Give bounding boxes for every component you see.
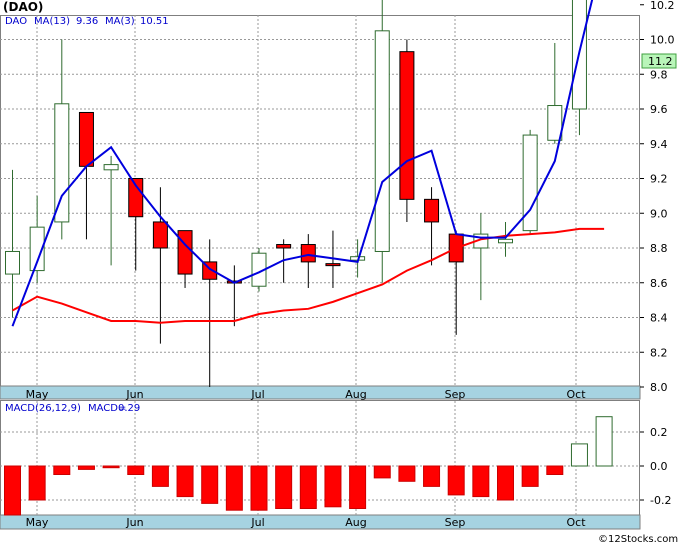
- candle-body: [276, 244, 292, 249]
- macd-bar: [77, 465, 95, 470]
- candle-body: [300, 244, 316, 263]
- macd-month-label: Aug: [345, 516, 366, 529]
- price-y-tick-label: 9.4: [650, 138, 668, 151]
- macd-y-axis: -0.2 0.0 0.2: [640, 426, 671, 507]
- macd-bar: [28, 465, 46, 501]
- price-month-label: Oct: [566, 388, 586, 401]
- price-y-tick-label: 8.2: [650, 346, 668, 359]
- price-y-tick-label: 8.4: [650, 312, 668, 325]
- macd-month-label: Sep: [445, 516, 466, 529]
- macd-month-strip: [0, 514, 641, 530]
- macd-legend-label: MACD(26,12,9): [5, 403, 81, 414]
- candle-body: [103, 164, 119, 171]
- macd-bar: [595, 416, 613, 467]
- price-month-label: Sep: [445, 388, 466, 401]
- macd-y-tick-label: 0.0: [650, 460, 668, 473]
- macd-bar: [127, 465, 145, 475]
- macd-month-label: Jul: [250, 516, 264, 529]
- macd-bar: [497, 465, 514, 501]
- price-month-label: Jul: [250, 388, 264, 401]
- macd-month-label: Jun: [125, 516, 143, 529]
- macd-bar: [102, 465, 120, 469]
- macd-bar: [570, 443, 588, 467]
- macd-panel: [0, 400, 640, 516]
- candle-body: [374, 30, 390, 252]
- macd-bar: [423, 465, 441, 487]
- price-y-tick-label: 9.8: [650, 68, 668, 81]
- price-month-label: Aug: [345, 388, 366, 401]
- macd-bar: [398, 465, 416, 482]
- legend-ma3-label: MA(3): [105, 16, 135, 27]
- candle-body: [78, 111, 94, 167]
- macd-month-label: Oct: [566, 516, 586, 529]
- chart-root: 8.0 8.2 8.4 8.6 8.8 9.0 9.2 9.4 9.6 9.8 10.0 10.2 10…: [0, 0, 678, 545]
- watermark: ©12Stocks.com: [598, 534, 678, 545]
- macd-bar: [373, 465, 391, 479]
- macd-bar: [299, 465, 317, 509]
- macd-bar: [275, 465, 293, 509]
- macd-bar: [53, 465, 71, 475]
- macd-bar: [349, 465, 367, 509]
- macd-bar: [4, 465, 21, 516]
- candle-body: [325, 263, 341, 267]
- last-price-label: 11.2: [648, 55, 673, 68]
- candle-body: [152, 221, 168, 249]
- candle-body: [399, 51, 415, 200]
- chart-title: (DAO): [3, 0, 43, 14]
- price-y-tick-label: 10.0: [650, 34, 675, 47]
- price-y-tick-label: 8.6: [650, 277, 668, 290]
- macd-bar: [201, 465, 219, 504]
- price-y-tick-label: 9.6: [650, 103, 668, 116]
- legend-ma13-value: 9.36: [76, 16, 98, 27]
- candle-body: [177, 230, 193, 275]
- macd-y-tick-label: 0.2: [650, 426, 668, 439]
- macd-bar: [225, 465, 243, 511]
- candle-body: [498, 238, 513, 244]
- macd-bar: [324, 465, 342, 508]
- price-month-strip: [0, 385, 641, 400]
- last-price-marker: 11.2: [641, 53, 677, 69]
- macd-legend-value: 0.29: [118, 403, 140, 414]
- price-y-tick-label: 8.0: [650, 381, 668, 394]
- legend-ma13-label: MA(13): [34, 16, 70, 27]
- candle-body: [424, 198, 440, 223]
- macd-bar: [250, 465, 268, 511]
- candle-body: [54, 103, 70, 223]
- macd-bar: [447, 465, 465, 496]
- price-month-label: May: [26, 388, 49, 401]
- price-y-tick-label: 8.8: [650, 242, 668, 255]
- macd-bar: [151, 465, 169, 487]
- price-y-tick-label: 10.2: [650, 0, 675, 12]
- price-y-tick-label: 9.2: [650, 173, 668, 186]
- price-month-label: Jun: [125, 388, 143, 401]
- price-y-tick-label: 9.0: [650, 207, 668, 220]
- candle-body: [5, 250, 20, 275]
- price-panel: [0, 15, 640, 387]
- macd-bar: [176, 465, 194, 498]
- legend-ma3-value: 10.51: [140, 16, 169, 27]
- legend-symbol: DAO: [5, 16, 27, 27]
- macd-bar: [521, 465, 539, 487]
- macd-y-tick-label: -0.2: [650, 494, 671, 507]
- macd-bar: [546, 465, 564, 475]
- macd-bar: [472, 465, 490, 498]
- macd-month-label: May: [26, 516, 49, 529]
